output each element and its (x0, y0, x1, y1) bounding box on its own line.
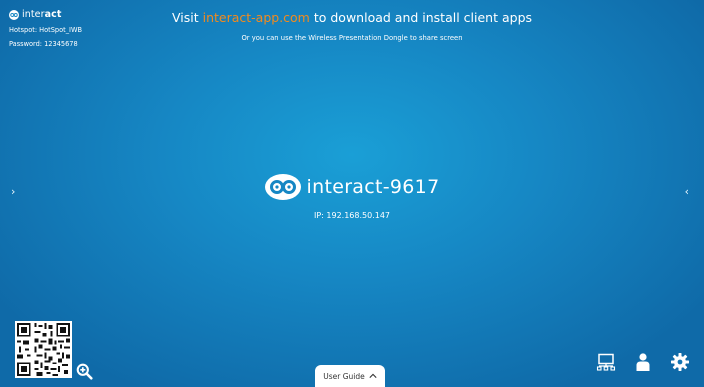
bottom-toolbar (596, 352, 690, 372)
screen-share-icon[interactable] (596, 352, 616, 372)
download-banner: Visit interact-app.com to download and i… (0, 10, 704, 42)
chevron-up-icon (369, 373, 377, 378)
left-expand-chevron-icon[interactable]: › (11, 186, 15, 197)
right-expand-chevron-icon[interactable]: ‹ (685, 186, 689, 197)
interact-logo-icon (264, 174, 301, 200)
user-icon[interactable] (633, 352, 653, 372)
gear-icon[interactable] (670, 352, 690, 372)
user-guide-button[interactable]: User Guide (315, 365, 385, 387)
device-name: interact-9617 (306, 176, 440, 198)
banner-subtitle: Or you can use the Wireless Presentation… (241, 34, 463, 42)
device-ip: IP: 192.168.50.147 (313, 211, 391, 220)
user-guide-label: User Guide (323, 371, 365, 381)
device-title: interact-9617 (0, 174, 704, 200)
download-link[interactable]: interact-app.com (203, 10, 310, 25)
zoom-in-icon[interactable] (76, 363, 93, 380)
banner-title: Visit interact-app.com to download and i… (171, 10, 533, 25)
qr-code (15, 321, 72, 378)
